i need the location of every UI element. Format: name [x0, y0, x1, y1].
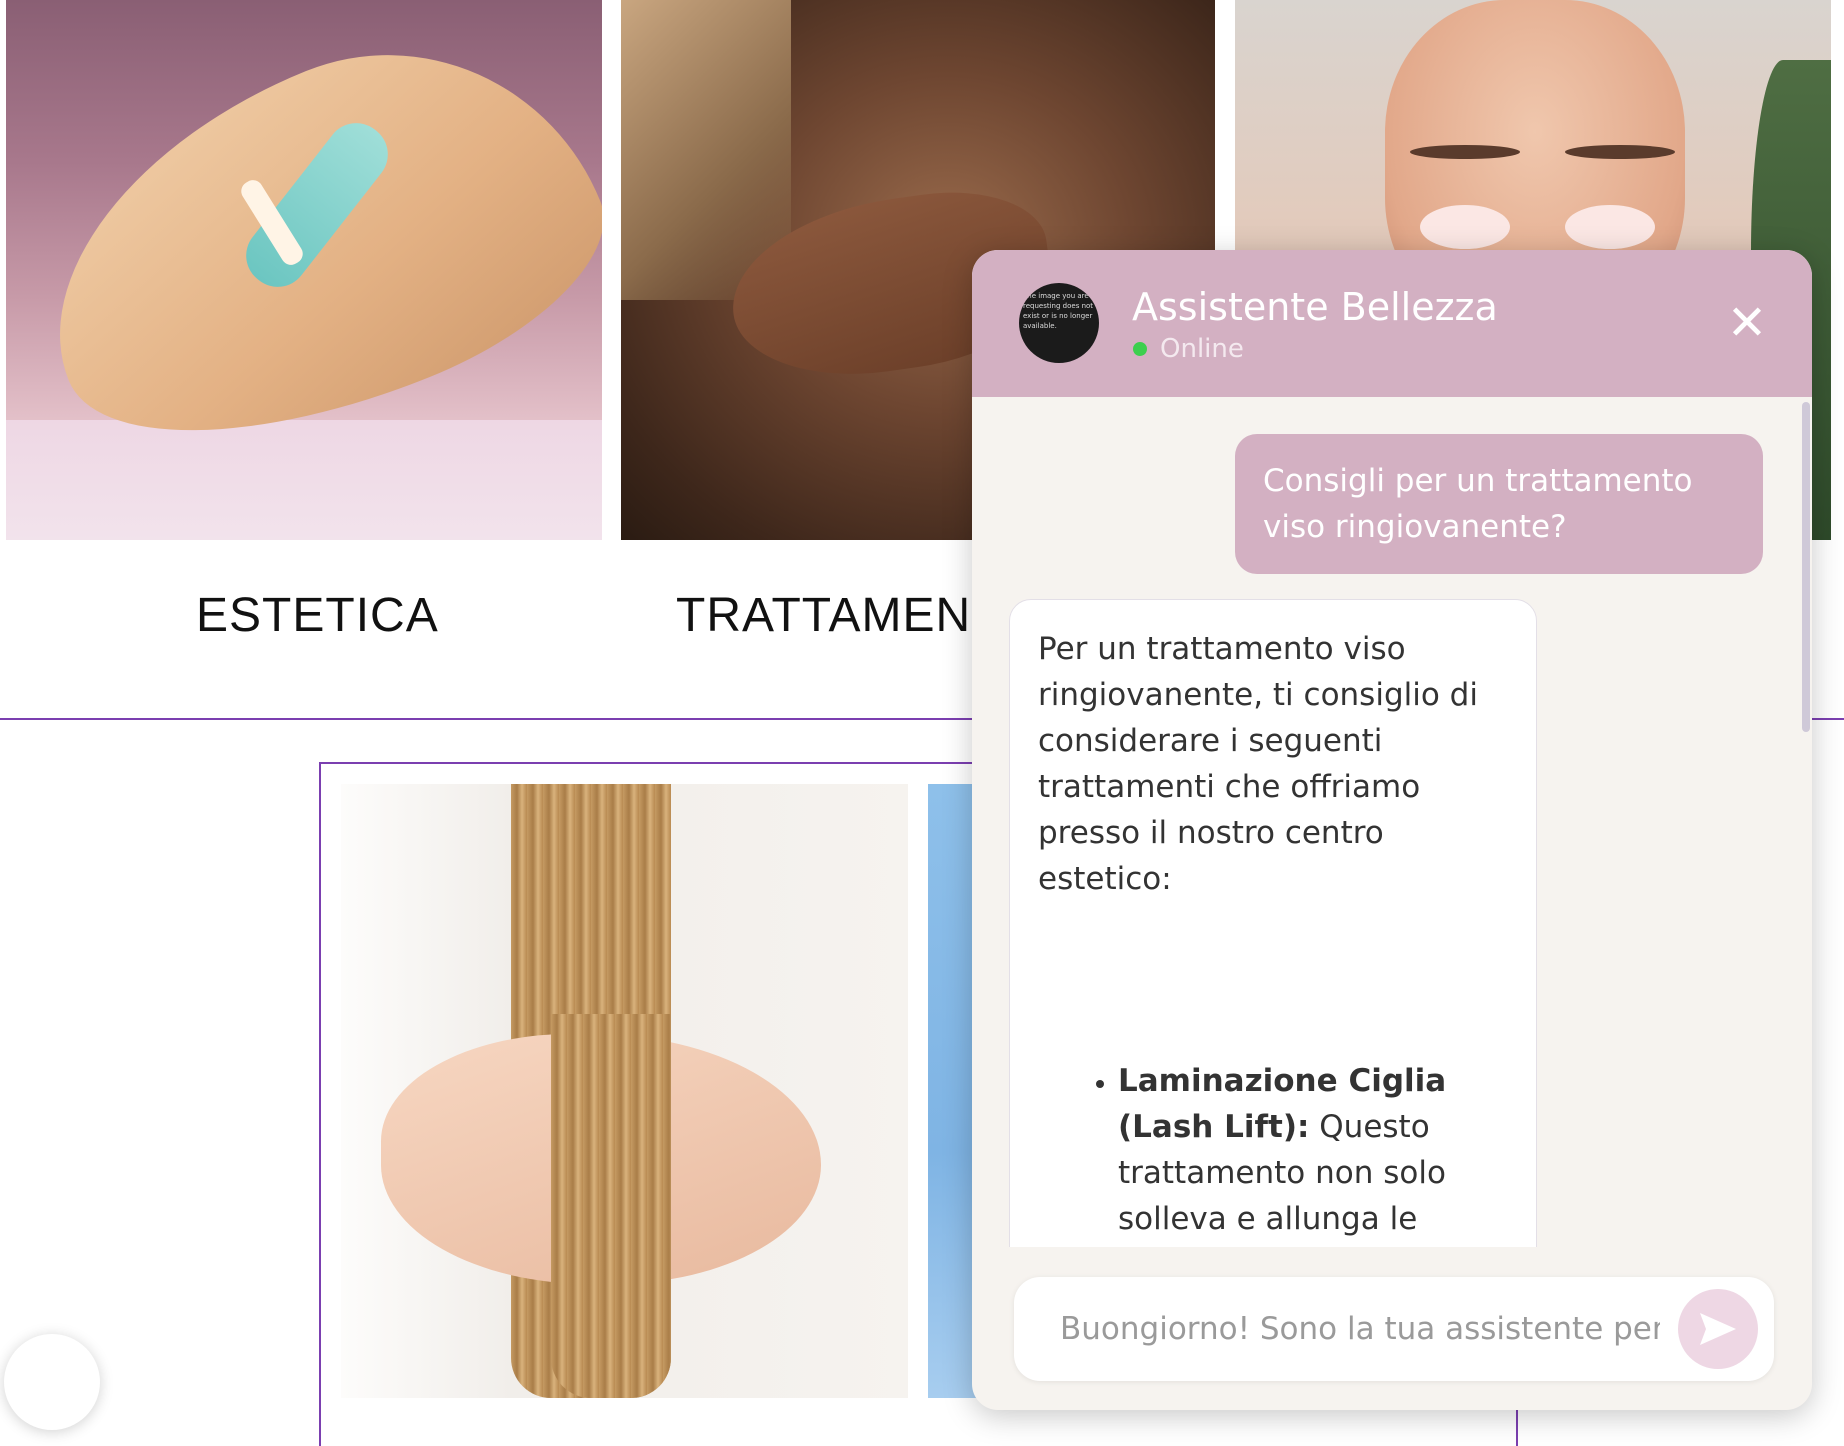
- eye-pad-decor: [1420, 205, 1510, 249]
- hair-care-photo[interactable]: [341, 784, 908, 1398]
- eye-pad-decor: [1565, 205, 1655, 249]
- chat-input-bar: [1014, 1277, 1774, 1381]
- leg-waxing-photo[interactable]: [6, 0, 602, 540]
- chat-input[interactable]: [1060, 1303, 1660, 1355]
- list-item: Laminazione Ciglia (Lash Lift): Questo t…: [1118, 1012, 1508, 1247]
- online-status-dot: [1133, 342, 1147, 356]
- brow-decor: [1410, 145, 1520, 159]
- chat-messages[interactable]: Consigli per un trattamento viso ringiov…: [972, 397, 1812, 1247]
- category-label-estetica[interactable]: ESTETICA: [196, 588, 439, 643]
- treatment-list: Laminazione Ciglia (Lash Lift): Questo t…: [1038, 1012, 1508, 1247]
- chat-status: Online: [1160, 334, 1244, 364]
- hair-strands-decor: [551, 1014, 671, 1398]
- category-label-trattamenti[interactable]: TRATTAMENT: [676, 588, 1002, 643]
- user-message: Consigli per un trattamento viso ringiov…: [1235, 434, 1763, 574]
- chat-header: The image you are requesting does not ex…: [972, 250, 1812, 397]
- chat-widget: The image you are requesting does not ex…: [972, 250, 1812, 1410]
- brow-decor: [1565, 145, 1675, 159]
- assistant-message-intro: Per un trattamento viso ringiovanente, t…: [1038, 631, 1478, 897]
- chat-title: Assistente Bellezza: [1132, 285, 1498, 329]
- chat-scrollbar[interactable]: [1802, 402, 1810, 732]
- send-icon: [1700, 1313, 1736, 1345]
- floating-action-button[interactable]: [4, 1334, 100, 1430]
- assistant-avatar: The image you are requesting does not ex…: [1019, 283, 1099, 363]
- close-icon[interactable]: ✕: [1722, 298, 1772, 348]
- assistant-message: Per un trattamento viso ringiovanente, t…: [1009, 599, 1537, 1247]
- send-button[interactable]: [1678, 1289, 1758, 1369]
- page: ESTETICA TRATTAMENT The image you are re…: [0, 0, 1844, 1446]
- towel-decor: [6, 420, 602, 540]
- avatar-placeholder-text: The image you are requesting does not ex…: [1023, 292, 1094, 330]
